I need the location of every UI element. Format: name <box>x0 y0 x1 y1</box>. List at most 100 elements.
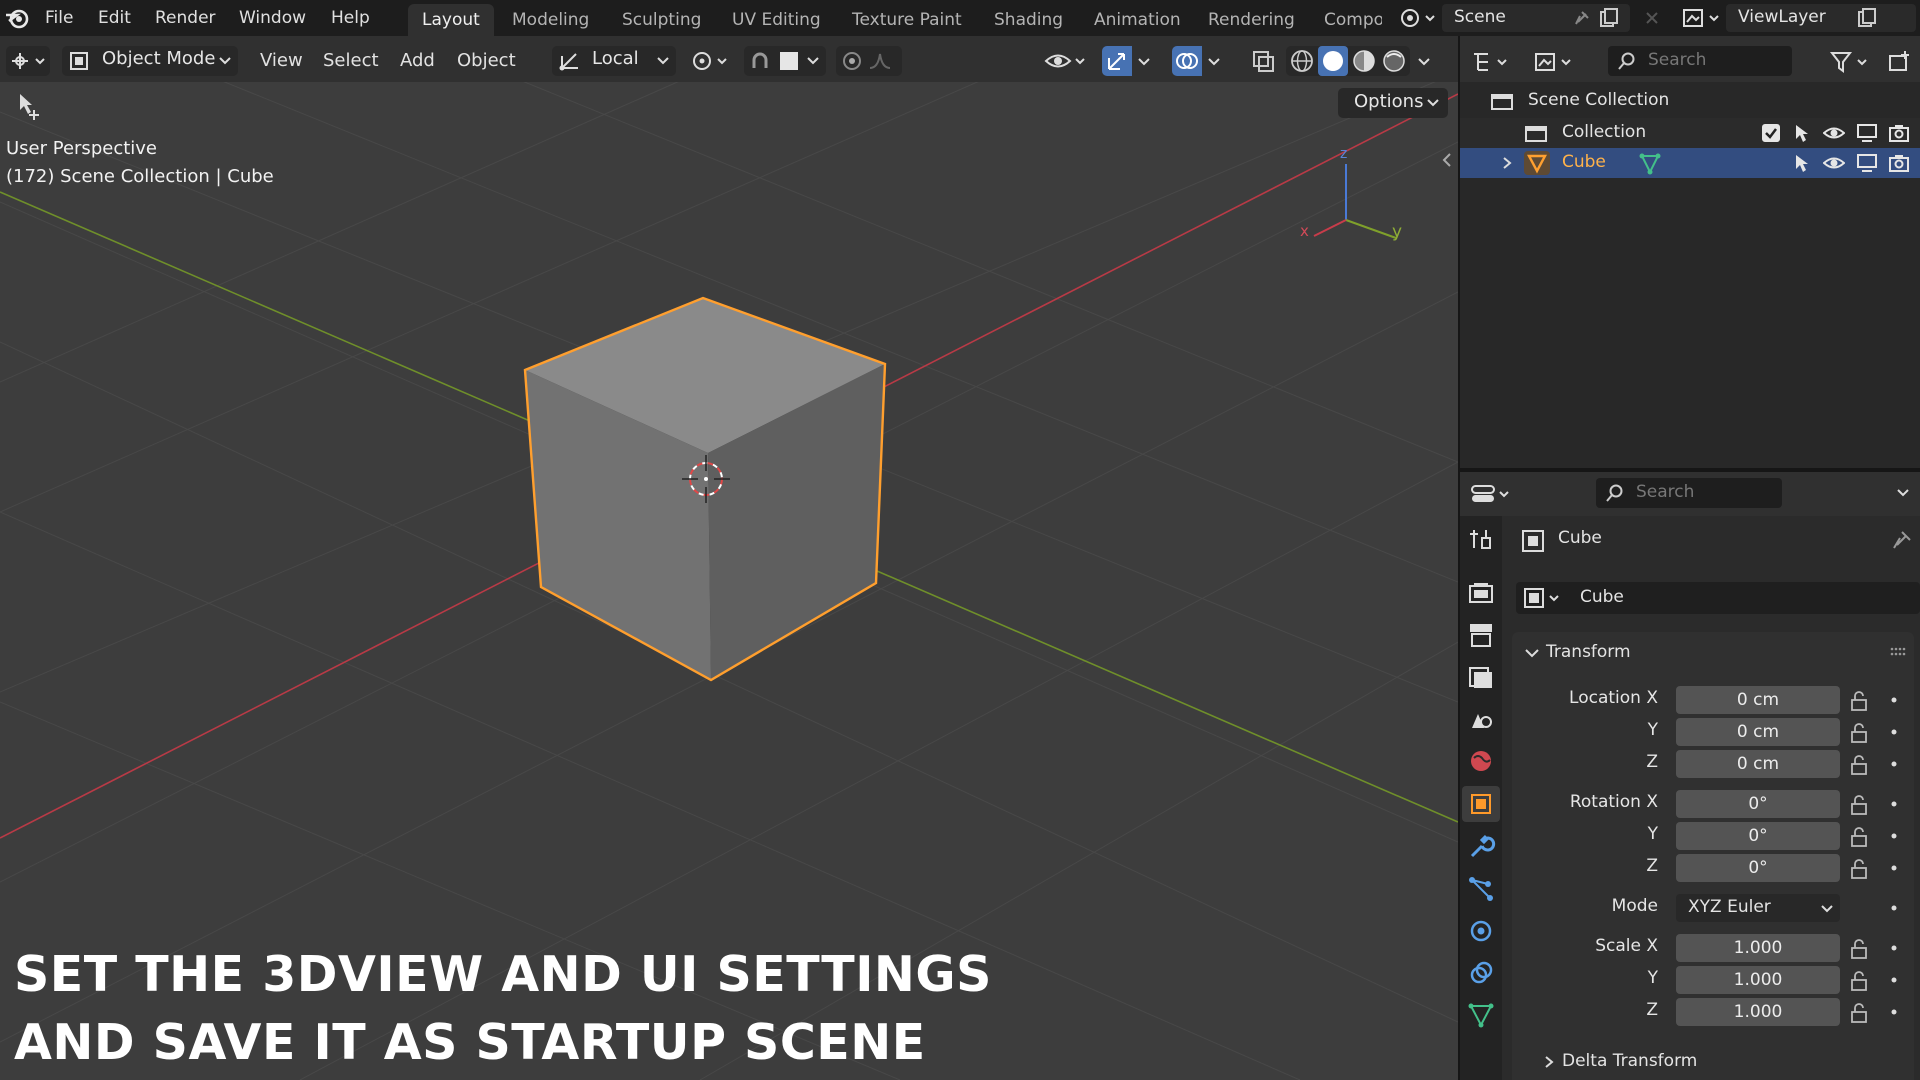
mesh-object-icon <box>1524 151 1550 175</box>
snap-increment-icon[interactable] <box>780 52 798 70</box>
menu-window[interactable]: Window <box>239 0 306 36</box>
new-view-layer-icon[interactable] <box>1856 7 1878 29</box>
overlays-options-button[interactable] <box>1204 48 1228 74</box>
selectability-visibility-button[interactable] <box>1044 48 1090 74</box>
shading-options-button[interactable] <box>1414 48 1438 74</box>
expand-chevron-icon[interactable] <box>1500 156 1514 170</box>
navigation-gizmo[interactable] <box>1313 164 1397 239</box>
visibility-eye-icon[interactable] <box>1823 153 1845 173</box>
render-camera-icon[interactable] <box>1888 123 1910 143</box>
snap-magnet-icon[interactable] <box>748 50 772 72</box>
3d-viewport[interactable]: Options User Perspective (172) Scene Col… <box>0 82 1458 1080</box>
viewport-display-icon[interactable] <box>1856 123 1878 143</box>
location-x-label: Location X <box>1569 688 1658 708</box>
cube-label: Cube <box>1562 152 1606 172</box>
tab-sculpting[interactable]: Sculpting <box>608 4 715 36</box>
pin-icon[interactable] <box>1572 8 1592 28</box>
mesh-data-icon[interactable] <box>1638 151 1662 175</box>
search-icon <box>1606 484 1624 502</box>
selectable-arrow-icon[interactable] <box>1792 153 1812 173</box>
properties-editor-type-button[interactable] <box>1470 480 1516 508</box>
wireframe-shading-icon[interactable] <box>1288 48 1316 74</box>
xray-toggle-button[interactable] <box>1248 46 1278 76</box>
object-browse-icon[interactable] <box>1522 586 1566 610</box>
output-tab-icon[interactable] <box>1464 618 1498 652</box>
view-layer-browse-button[interactable] <box>1680 4 1722 32</box>
transform-tool-icon[interactable] <box>10 88 44 122</box>
outliner-row-cube[interactable]: Cube <box>1460 148 1920 178</box>
tab-shading[interactable]: Shading <box>980 4 1077 36</box>
viewport-display-icon[interactable] <box>1856 153 1878 173</box>
rotation-y-field[interactable]: 0° <box>1676 822 1840 850</box>
gizmo-y-label: y <box>1392 222 1403 242</box>
location-x-field[interactable]: 0 cm <box>1676 686 1840 714</box>
drag-handle-icon[interactable] <box>1890 646 1908 658</box>
view-layer-field[interactable]: ViewLayer <box>1726 4 1916 32</box>
chevron-down-icon[interactable] <box>1896 486 1910 500</box>
scale-z-field[interactable]: 1.000 <box>1676 998 1840 1026</box>
menu-select[interactable]: Select <box>323 48 379 74</box>
proportional-edit-icon[interactable] <box>840 50 864 72</box>
outliner-search-input[interactable]: Search <box>1608 46 1792 76</box>
pin-icon[interactable] <box>1890 528 1914 552</box>
outliner-row-collection[interactable]: Collection <box>1460 118 1920 148</box>
rendered-shading-icon[interactable] <box>1380 48 1408 74</box>
scene-name-field[interactable]: Scene <box>1442 4 1630 32</box>
material-preview-icon[interactable] <box>1350 48 1378 74</box>
tab-rendering[interactable]: Rendering <box>1194 4 1309 36</box>
menu-object[interactable]: Object <box>457 48 516 74</box>
mode-dropdown[interactable]: Object Mode <box>62 46 238 76</box>
tab-animation[interactable]: Animation <box>1080 4 1195 36</box>
close-scene-icon[interactable] <box>1642 8 1662 28</box>
transform-panel-header[interactable]: Transform <box>1520 638 1910 668</box>
chevron-down-icon[interactable] <box>806 54 820 68</box>
scale-y-field[interactable]: 1.000 <box>1676 966 1840 994</box>
overlays-toggle-button[interactable] <box>1172 46 1202 76</box>
scene-browse-button[interactable] <box>1396 4 1438 32</box>
delta-transform-panel-header[interactable]: Delta Transform <box>1540 1048 1910 1076</box>
tool-tab-icon[interactable] <box>1464 522 1498 556</box>
transform-orientation-dropdown[interactable]: Local <box>552 46 676 76</box>
pivot-point-button[interactable] <box>690 48 734 74</box>
solid-shading-icon[interactable] <box>1318 46 1348 76</box>
outliner-row-scene-collection[interactable]: Scene Collection <box>1460 86 1920 116</box>
render-tab-icon[interactable] <box>1464 576 1498 610</box>
scale-x-field[interactable]: 1.000 <box>1676 934 1840 962</box>
object-name-field[interactable]: Cube <box>1516 582 1920 614</box>
menu-edit[interactable]: Edit <box>98 0 131 36</box>
editor-type-button[interactable] <box>6 46 50 76</box>
menu-help[interactable]: Help <box>331 0 370 36</box>
location-z-field[interactable]: 0 cm <box>1676 750 1840 778</box>
menu-add[interactable]: Add <box>400 48 435 74</box>
selectable-arrow-icon[interactable] <box>1792 123 1812 143</box>
menu-view[interactable]: View <box>260 48 303 74</box>
visibility-eye-icon[interactable] <box>1823 123 1845 143</box>
options-dropdown[interactable]: Options <box>1338 88 1448 118</box>
exclude-checkbox[interactable] <box>1762 124 1780 142</box>
chevron-right-icon <box>1542 1055 1556 1069</box>
render-camera-icon[interactable] <box>1888 153 1910 173</box>
tab-texture-paint[interactable]: Texture Paint <box>838 4 976 36</box>
tab-compositing[interactable]: Compo <box>1310 4 1382 36</box>
tab-layout[interactable]: Layout <box>408 4 494 36</box>
rotation-mode-dropdown[interactable]: XYZ Euler <box>1676 894 1840 922</box>
properties-search-input[interactable]: Search <box>1596 478 1782 508</box>
sidebar-toggle-icon[interactable] <box>1440 148 1454 172</box>
outliner-editor-type-button[interactable] <box>1470 48 1514 76</box>
cube-object[interactable] <box>523 296 887 682</box>
tab-uv-editing[interactable]: UV Editing <box>718 4 835 36</box>
filter-button[interactable] <box>1828 48 1874 76</box>
gizmo-toggle-button[interactable] <box>1102 46 1132 76</box>
location-y-field[interactable]: 0 cm <box>1676 718 1840 746</box>
rotation-z-field[interactable]: 0° <box>1676 854 1840 882</box>
display-mode-button[interactable] <box>1532 48 1576 76</box>
tab-modeling[interactable]: Modeling <box>498 4 603 36</box>
falloff-icon[interactable] <box>868 50 898 72</box>
menu-file[interactable]: File <box>45 0 73 36</box>
blender-logo-icon[interactable] <box>4 6 30 30</box>
rotation-x-field[interactable]: 0° <box>1676 790 1840 818</box>
menu-render[interactable]: Render <box>155 0 216 36</box>
new-scene-icon[interactable] <box>1598 7 1620 29</box>
new-collection-icon[interactable] <box>1886 48 1914 76</box>
gizmo-options-button[interactable] <box>1134 48 1158 74</box>
